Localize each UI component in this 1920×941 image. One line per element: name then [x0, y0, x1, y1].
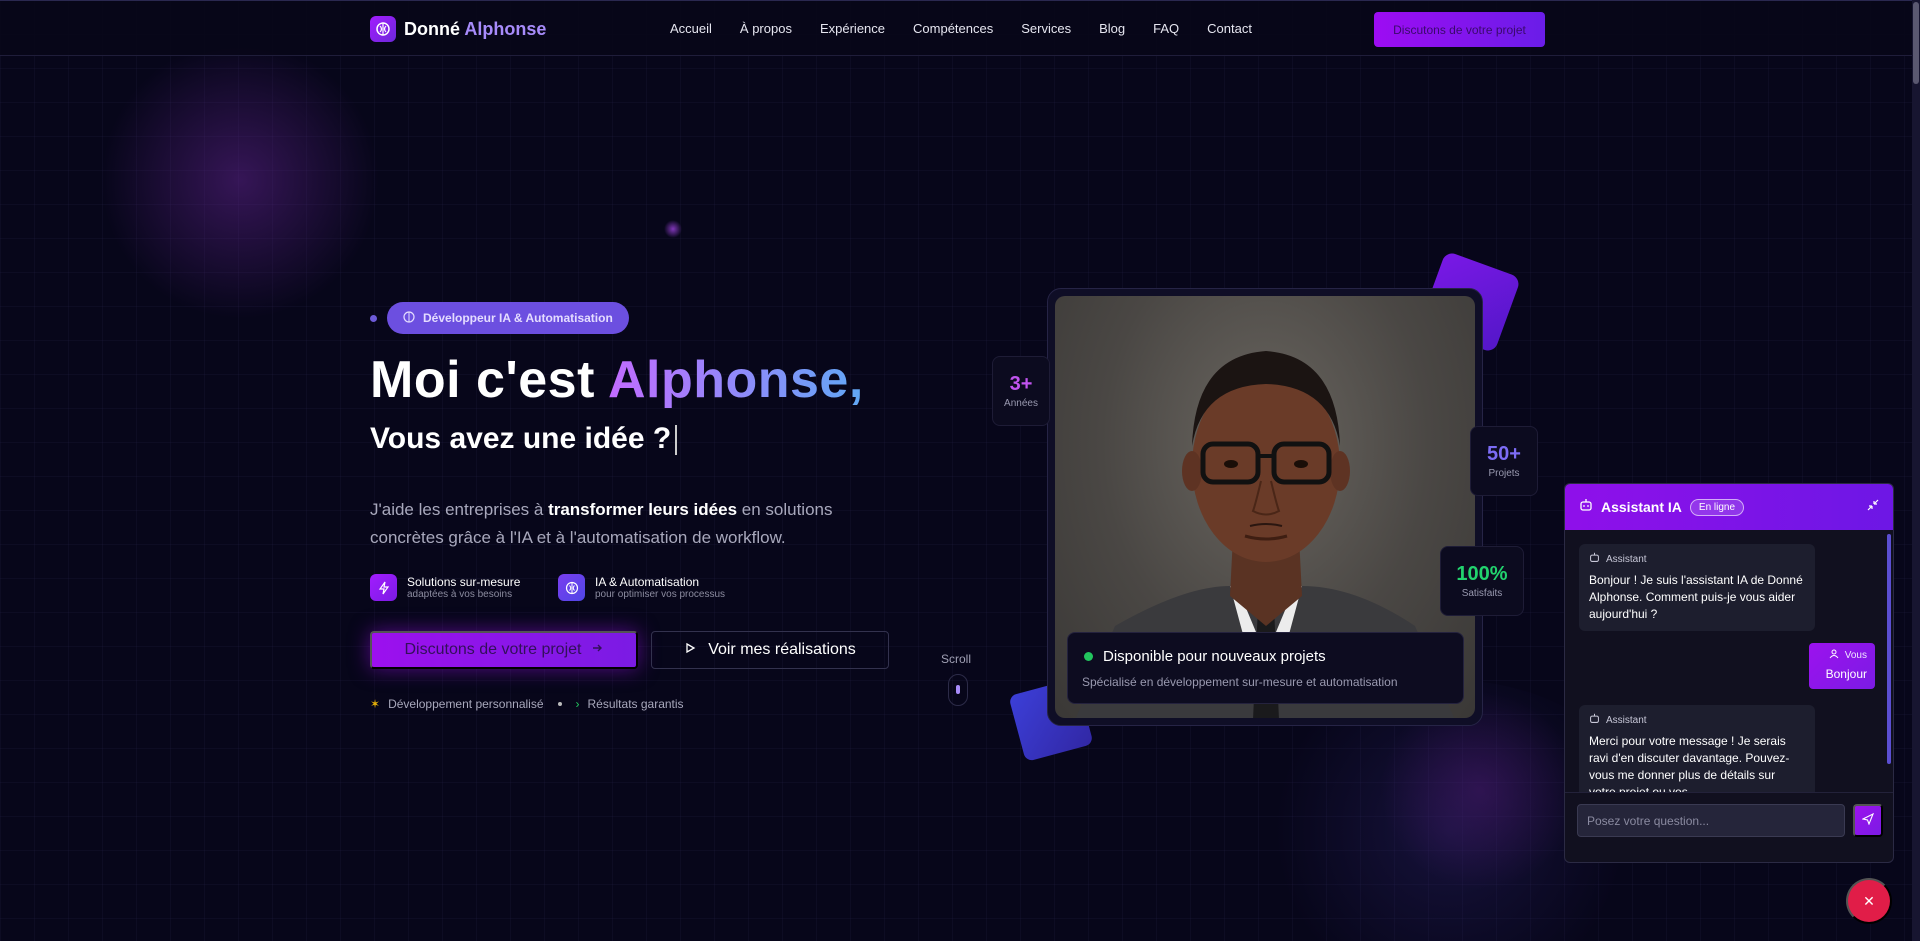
chevron-right-icon: › [575, 697, 580, 711]
assistant-message: Assistant Merci pour votre message ! Je … [1579, 705, 1815, 792]
scroll-indicator[interactable] [948, 674, 968, 706]
typing-caret [675, 425, 678, 456]
background-glow [100, 40, 380, 320]
feature-ai-automation: IA & Automatisation pour optimiser vos p… [558, 574, 725, 601]
button-label: Voir mes réalisations [708, 641, 856, 658]
stat-label: Projets [1488, 468, 1520, 479]
view-work-button[interactable]: Voir mes réalisations [651, 631, 889, 669]
top-navbar: Donné Alphonse Accueil À propos Expérien… [0, 0, 1920, 56]
feature-title: IA & Automatisation [595, 575, 700, 589]
user-message: Vous Bonjour [1809, 643, 1875, 689]
feature-subtitle: pour optimiser vos processus [595, 589, 726, 600]
hero-subtitle: Vous avez une idée ? [370, 422, 678, 456]
page-scrollbar[interactable] [1912, 0, 1920, 941]
robot-icon [1589, 552, 1600, 566]
message-text: Merci pour votre message ! Je serais rav… [1589, 734, 1790, 792]
message-text: Bonjour ! Je suis l'assistant IA de Donn… [1589, 573, 1803, 621]
nav-link-blog[interactable]: Blog [1099, 21, 1125, 36]
hero-badge-row: Développeur IA & Automatisation [370, 302, 629, 334]
stat-satisfied: 100% Satisfaits [1440, 546, 1524, 616]
nav-link-faq[interactable]: FAQ [1153, 21, 1179, 36]
nav-link-competences[interactable]: Compétences [913, 21, 993, 36]
user-icon [1829, 649, 1839, 662]
message-text: Bonjour [1825, 667, 1867, 681]
robot-icon [1589, 713, 1600, 727]
message-sender: Assistant [1606, 714, 1647, 726]
nav-link-services[interactable]: Services [1021, 21, 1071, 36]
chat-footer [1565, 792, 1893, 862]
assistant-message: Assistant Bonjour ! Je suis l'assistant … [1579, 544, 1815, 631]
nav-link-accueil[interactable]: Accueil [670, 21, 712, 36]
brain-icon [558, 574, 585, 601]
online-status-badge: En ligne [1689, 498, 1745, 516]
status-dot [1084, 652, 1093, 661]
minimize-icon[interactable] [1867, 498, 1879, 516]
chat-header: Assistant IA En ligne [1565, 484, 1893, 530]
stat-label: Satisfaits [1461, 588, 1503, 599]
tag-label: Résultats garantis [587, 697, 684, 711]
site-logo[interactable]: Donné Alphonse [370, 16, 546, 42]
availability-subtitle: Spécialisé en développement sur-mesure e… [1082, 675, 1398, 689]
hero-tags: ✶ Développement personnalisé › Résultats… [370, 697, 684, 711]
stat-value: 50+ [1487, 443, 1521, 465]
close-chat-button[interactable]: ✕ [1846, 878, 1892, 924]
brain-icon [403, 310, 415, 326]
badge-dot [370, 314, 377, 322]
tag-label: Développement personnalisé [388, 697, 544, 711]
scrollbar-thumb[interactable] [1913, 2, 1919, 84]
message-sender: Assistant [1606, 553, 1647, 565]
availability-title: Disponible pour nouveaux projets [1103, 648, 1326, 665]
stat-years: 3+ Années [992, 356, 1050, 426]
brain-icon [370, 16, 396, 42]
separator-dot [557, 702, 562, 706]
button-label: Discutons de votre projet [404, 641, 582, 658]
availability-card: Disponible pour nouveaux projets Spécial… [1067, 632, 1464, 704]
robot-icon [1579, 498, 1593, 517]
logo-text: Donné Alphonse [404, 18, 547, 39]
hero-title: Moi c'est Alphonse, [370, 351, 864, 409]
stat-label: Années [1004, 398, 1038, 409]
send-button[interactable] [1853, 804, 1883, 837]
nav-links: Accueil À propos Expérience Compétences … [670, 21, 1280, 36]
chat-title: Assistant IA [1601, 499, 1682, 515]
role-badge: Développeur IA & Automatisation [387, 302, 629, 334]
send-icon [1861, 812, 1875, 828]
nav-link-contact[interactable]: Contact [1207, 21, 1252, 36]
lightning-icon [370, 574, 397, 601]
stat-value: 100% [1456, 563, 1508, 585]
close-icon: ✕ [1863, 892, 1875, 909]
hero-description: J'aide les entreprises à transformer leu… [370, 500, 833, 547]
chat-widget: Assistant IA En ligne Assistant Bonjour … [1564, 483, 1894, 863]
play-icon [684, 641, 696, 659]
nav-link-experience[interactable]: Expérience [820, 21, 885, 36]
nav-link-a-propos[interactable]: À propos [740, 21, 792, 36]
scroll-label: Scroll [941, 652, 972, 666]
decorative-particle [664, 220, 682, 238]
badge-label: Développeur IA & Automatisation [423, 311, 613, 325]
arrow-right-icon [591, 641, 603, 659]
feature-custom-solutions: Solutions sur-mesure adaptées à vos beso… [370, 574, 520, 601]
feature-title: Solutions sur-mesure [407, 575, 521, 589]
chat-messages[interactable]: Assistant Bonjour ! Je suis l'assistant … [1565, 530, 1893, 792]
stat-value: 3+ [1009, 373, 1033, 395]
nav-cta-button[interactable]: Discutons de votre projet [1374, 12, 1545, 47]
stat-projects: 50+ Projets [1470, 426, 1538, 496]
sparkle-icon: ✶ [370, 697, 381, 711]
feature-subtitle: adaptées à vos besoins [407, 589, 513, 600]
chat-scrollbar[interactable] [1887, 534, 1891, 764]
chat-input[interactable] [1577, 804, 1845, 837]
discuss-project-button[interactable]: Discutons de votre projet [370, 631, 638, 669]
message-sender: Vous [1844, 650, 1867, 661]
